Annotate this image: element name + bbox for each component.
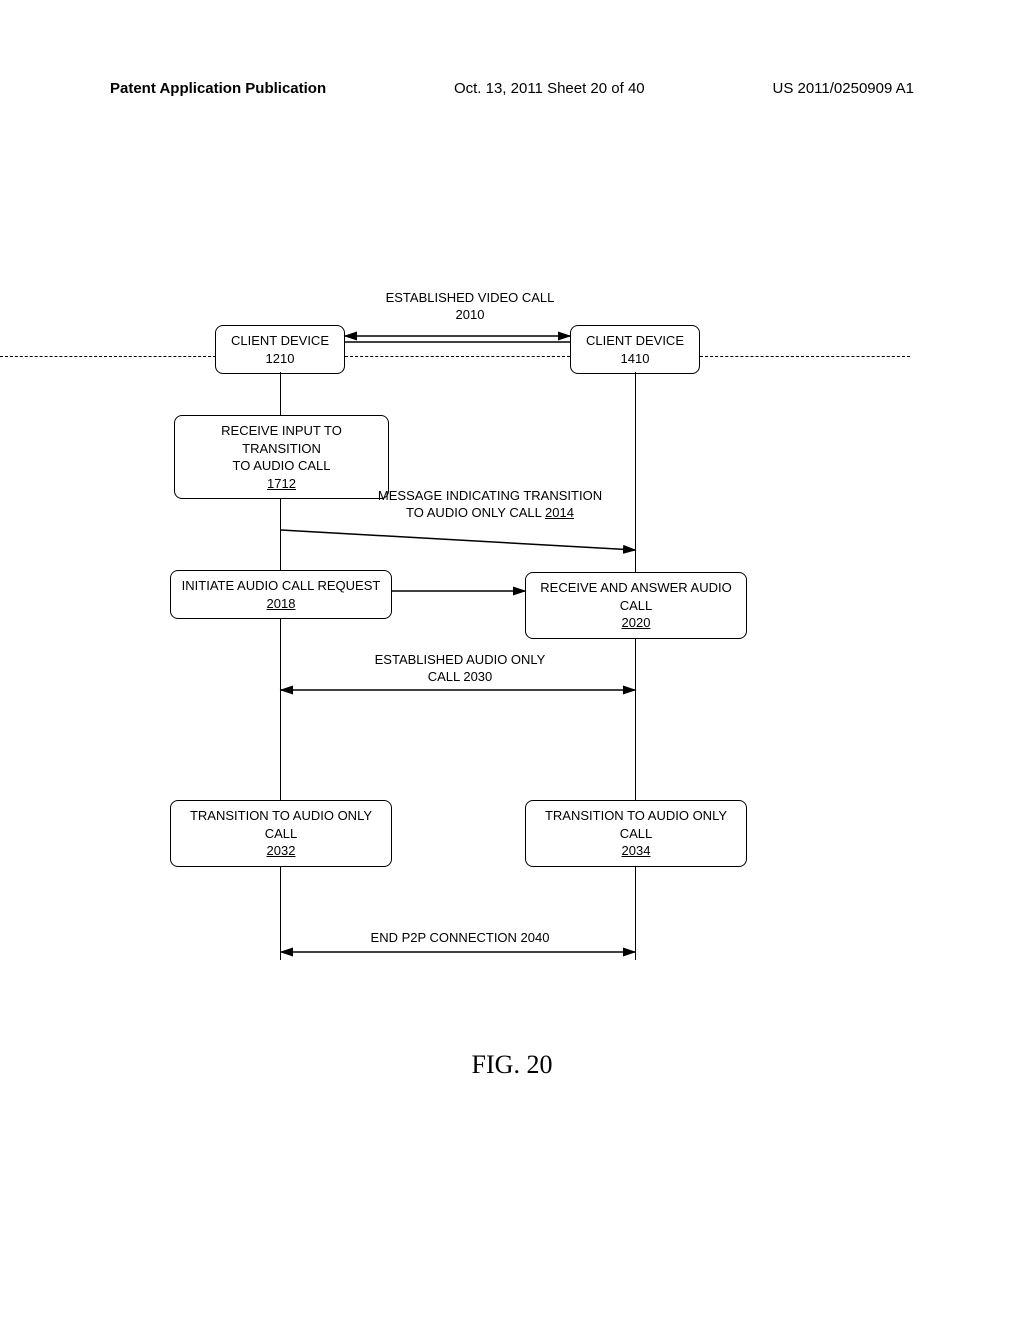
header-center: Oct. 13, 2011 Sheet 20 of 40 (454, 80, 645, 97)
header-right: US 2011/0250909 A1 (772, 80, 914, 97)
figure-caption: FIG. 20 (0, 1050, 1024, 1080)
arrows-layer (110, 290, 830, 1010)
sequence-diagram: ESTABLISHED VIDEO CALL 2010 CLIENT DEVIC… (110, 290, 830, 1010)
header-left: Patent Application Publication (110, 80, 326, 97)
page-header: Patent Application Publication Oct. 13, … (0, 80, 1024, 97)
